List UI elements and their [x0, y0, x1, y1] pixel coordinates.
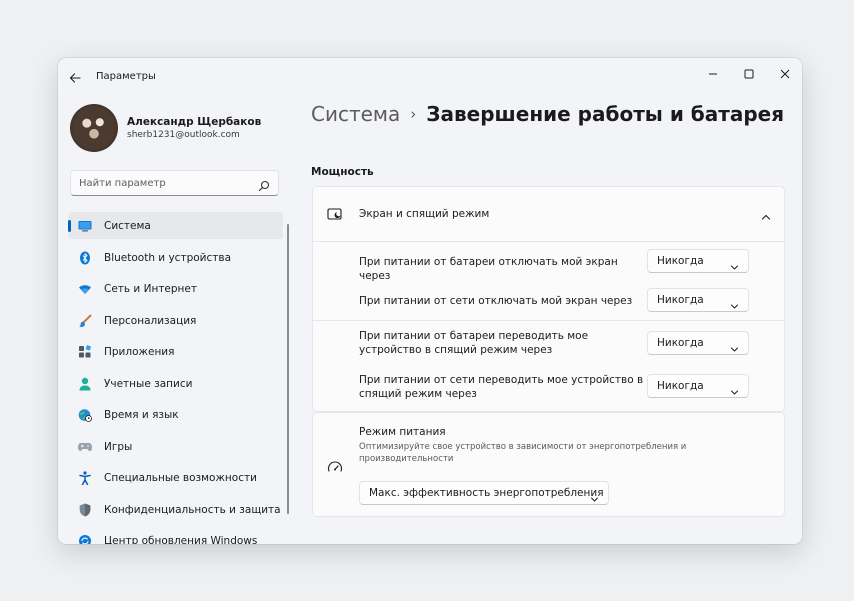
dropdown-value: Никогда	[657, 255, 704, 267]
accessibility-icon	[78, 471, 92, 485]
sidebar-nav: Система Bluetooth и устройства Сеть и Ин…	[68, 212, 283, 544]
sidebar-item-label: Сеть и Интернет	[104, 283, 197, 295]
battery-sleep-dropdown[interactable]: Никогда	[647, 331, 749, 355]
person-icon	[78, 377, 92, 391]
globe-clock-icon	[78, 408, 92, 422]
sidebar-item-personalization[interactable]: Персонализация	[68, 307, 283, 334]
sidebar-item-label: Приложения	[104, 346, 175, 358]
search-input[interactable]	[79, 171, 249, 195]
sidebar-item-bluetooth[interactable]: Bluetooth и устройства	[68, 244, 283, 271]
chevron-down-icon	[730, 382, 739, 395]
user-name: Александр Щербаков	[127, 116, 262, 128]
power-mode-dropdown[interactable]: Макс. эффективность энергопотребления	[359, 481, 609, 505]
page-title: Завершение работы и батарея	[426, 102, 785, 126]
section-title: Мощность	[311, 166, 374, 178]
chevron-down-icon	[590, 489, 599, 502]
chevron-down-icon	[730, 257, 739, 270]
bluetooth-icon	[78, 251, 92, 265]
sidebar-item-label: Учетные записи	[104, 377, 193, 390]
app-title: Параметры	[96, 71, 156, 82]
screen-sleep-icon	[327, 207, 343, 221]
sidebar-item-label: Специальные возможности	[104, 472, 257, 484]
battery-sleep-label: При питании от батареи переводить мое ус…	[359, 330, 589, 356]
sidebar-scrollbar[interactable]	[287, 224, 289, 514]
sidebar-item-system[interactable]: Система	[68, 212, 283, 239]
power-mode-title: Режим питания	[359, 426, 446, 438]
apps-icon	[78, 345, 92, 359]
minimize-button[interactable]	[698, 63, 728, 85]
screen-sleep-title: Экран и спящий режим	[359, 208, 490, 220]
dropdown-value: Никогда	[657, 294, 704, 306]
dropdown-value: Никогда	[657, 337, 704, 349]
dropdown-value: Макс. эффективность энергопотребления	[369, 487, 604, 499]
speedometer-icon	[327, 459, 343, 473]
sidebar-item-label: Персонализация	[104, 314, 197, 327]
gamepad-icon	[78, 440, 92, 454]
breadcrumb-parent-link[interactable]: Система	[311, 102, 400, 126]
screen-sleep-card: Экран и спящий режим При питании от бата…	[312, 186, 785, 412]
update-icon	[78, 534, 92, 544]
dropdown-value: Никогда	[657, 380, 704, 392]
sidebar-item-accessibility[interactable]: Специальные возможности	[68, 464, 283, 491]
user-profile[interactable]: Александр Щербаков sherb1231@outlook.com	[70, 104, 300, 152]
power-mode-description: Оптимизируйте свое устройство в зависимо…	[359, 442, 687, 464]
sidebar-item-label: Время и язык	[104, 409, 179, 421]
divider	[313, 320, 784, 321]
sidebar-item-apps[interactable]: Приложения	[68, 338, 283, 365]
close-button[interactable]	[770, 63, 800, 85]
screen-sleep-expander[interactable]: Экран и спящий режим	[313, 187, 784, 241]
breadcrumb-separator: ›	[410, 105, 417, 123]
plugged-sleep-dropdown[interactable]: Никогда	[647, 374, 749, 398]
wifi-icon	[78, 282, 92, 296]
sidebar-item-gaming[interactable]: Игры	[68, 433, 283, 460]
settings-window: Параметры Александр Щербаков sherb1231@o…	[58, 58, 802, 544]
sidebar-item-label: Конфиденциальность и защита	[104, 503, 281, 516]
sidebar-item-accounts[interactable]: Учетные записи	[68, 370, 283, 397]
title-bar: Параметры	[58, 58, 802, 94]
maximize-button[interactable]	[734, 63, 764, 85]
monitor-icon	[78, 219, 92, 233]
chevron-down-icon	[730, 296, 739, 309]
battery-screen-off-dropdown[interactable]: Никогда	[647, 249, 749, 273]
sidebar-item-label: Игры	[104, 440, 133, 453]
shield-icon	[78, 503, 92, 517]
sidebar-item-time-language[interactable]: Время и язык	[68, 401, 283, 428]
sidebar-item-windows-update[interactable]: Центр обновления Windows	[68, 527, 283, 544]
user-email: sherb1231@outlook.com	[127, 130, 240, 140]
plugged-sleep-label: При питании от сети переводить мое устро…	[359, 374, 644, 400]
search-icon[interactable]	[258, 177, 270, 192]
plugged-screen-off-label: При питании от сети отключать мой экран …	[359, 295, 633, 307]
search-box[interactable]	[70, 170, 279, 196]
sidebar-item-label: Bluetooth и устройства	[104, 251, 231, 264]
breadcrumb: Система › Завершение работы и батарея	[311, 102, 784, 132]
chevron-down-icon	[730, 339, 739, 352]
brush-icon	[78, 314, 92, 328]
plugged-screen-off-dropdown[interactable]: Никогда	[647, 288, 749, 312]
chevron-up-icon	[760, 208, 772, 220]
battery-screen-off-label: При питании от батареи отключать мой экр…	[359, 256, 618, 282]
back-arrow-icon[interactable]	[68, 70, 82, 84]
sidebar-item-label: Центр обновления Windows	[104, 535, 258, 544]
divider	[313, 241, 784, 242]
power-mode-card: Режим питания Оптимизируйте свое устройс…	[312, 412, 785, 517]
sidebar-item-privacy[interactable]: Конфиденциальность и защита	[68, 496, 283, 523]
avatar	[70, 104, 118, 152]
sidebar-item-label: Система	[104, 220, 151, 232]
sidebar-item-network[interactable]: Сеть и Интернет	[68, 275, 283, 302]
